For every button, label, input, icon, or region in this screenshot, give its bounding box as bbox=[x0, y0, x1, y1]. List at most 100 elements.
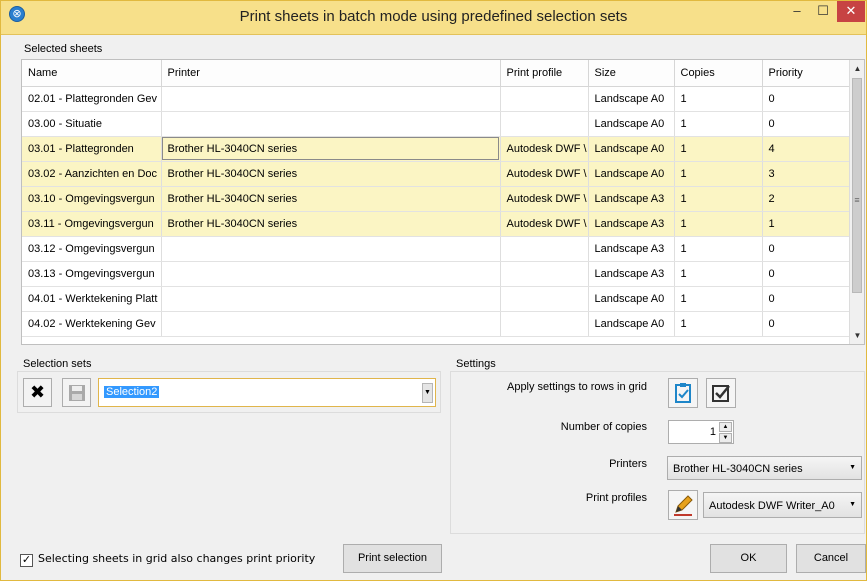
cell-printer[interactable] bbox=[161, 286, 501, 312]
ok-button[interactable]: OK bbox=[710, 544, 787, 573]
cell-priority[interactable]: 3 bbox=[762, 161, 851, 187]
cell-copies[interactable]: 1 bbox=[674, 161, 763, 187]
cell-printer[interactable] bbox=[161, 261, 501, 287]
cell-print-profile[interactable] bbox=[500, 86, 589, 112]
cell-size[interactable]: Landscape A3 bbox=[588, 236, 675, 262]
cell-print-profile[interactable]: Autodesk DWF \ bbox=[500, 136, 589, 162]
cell-size[interactable]: Landscape A0 bbox=[588, 86, 675, 112]
cell-copies[interactable]: 1 bbox=[674, 186, 763, 212]
column-header-print-profile[interactable]: Print profile bbox=[500, 60, 589, 87]
cell-priority[interactable]: 1 bbox=[762, 211, 851, 237]
cell-size[interactable]: Landscape A0 bbox=[588, 111, 675, 137]
cell-name[interactable]: 03.00 - Situatie bbox=[22, 111, 162, 137]
cell-priority[interactable]: 0 bbox=[762, 86, 851, 112]
cell-priority[interactable]: 0 bbox=[762, 311, 851, 337]
cell-name[interactable]: 04.01 - Werktekening Platt bbox=[22, 286, 162, 312]
table-row[interactable]: 02.01 - Plattegronden Gev Landscape A0 1… bbox=[22, 86, 851, 112]
column-header-size[interactable]: Size bbox=[588, 60, 675, 87]
scroll-down-icon[interactable]: ▼ bbox=[850, 327, 864, 344]
cell-printer[interactable] bbox=[161, 311, 501, 337]
cell-priority[interactable]: 0 bbox=[762, 261, 851, 287]
table-row[interactable]: 04.01 - Werktekening Platt Landscape A0 … bbox=[22, 286, 851, 312]
table-row-selected[interactable]: 03.01 - Plattegronden Brother HL-3040CN … bbox=[22, 136, 851, 162]
cell-size[interactable]: Landscape A3 bbox=[588, 261, 675, 287]
cell-printer-editing[interactable]: Brother HL-3040CN series bbox=[161, 136, 501, 162]
cell-priority[interactable]: 0 bbox=[762, 286, 851, 312]
cell-priority[interactable]: 4 bbox=[762, 136, 851, 162]
scroll-up-icon[interactable]: ▲ bbox=[850, 60, 864, 77]
table-row[interactable]: 03.00 - Situatie Landscape A0 1 0 bbox=[22, 111, 851, 137]
column-header-name[interactable]: Name bbox=[22, 60, 162, 87]
cell-printer[interactable] bbox=[161, 86, 501, 112]
cell-printer[interactable] bbox=[161, 236, 501, 262]
cell-copies[interactable]: 1 bbox=[674, 311, 763, 337]
apply-paste-button[interactable] bbox=[668, 378, 698, 408]
cell-print-profile[interactable] bbox=[500, 286, 589, 312]
cell-print-profile[interactable]: Autodesk DWF \ bbox=[500, 161, 589, 187]
maximize-button[interactable]: ☐ bbox=[810, 1, 836, 22]
cell-size[interactable]: Landscape A3 bbox=[588, 211, 675, 237]
table-row-selected[interactable]: 03.02 - Aanzichten en Doc Brother HL-304… bbox=[22, 161, 851, 187]
cell-copies[interactable]: 1 bbox=[674, 211, 763, 237]
cell-print-profile[interactable] bbox=[500, 111, 589, 137]
cell-name[interactable]: 03.10 - Omgevingsvergun bbox=[22, 186, 162, 212]
cell-priority[interactable]: 0 bbox=[762, 236, 851, 262]
title-bar[interactable]: ⊗ Print sheets in batch mode using prede… bbox=[1, 1, 866, 35]
cell-name[interactable]: 03.02 - Aanzichten en Doc bbox=[22, 161, 162, 187]
cell-copies[interactable]: 1 bbox=[674, 261, 763, 287]
cell-copies[interactable]: 1 bbox=[674, 111, 763, 137]
cell-name[interactable]: 04.02 - Werktekening Gev bbox=[22, 311, 162, 337]
scrollbar-thumb[interactable] bbox=[852, 78, 862, 293]
cell-size[interactable]: Landscape A3 bbox=[588, 186, 675, 212]
print-selection-button[interactable]: Print selection bbox=[343, 544, 442, 573]
column-header-priority[interactable]: Priority bbox=[762, 60, 851, 87]
save-selection-button[interactable] bbox=[62, 378, 91, 407]
printers-dropdown[interactable]: Brother HL-3040CN series ▼ bbox=[667, 456, 862, 480]
edit-profile-button[interactable] bbox=[668, 490, 698, 520]
cell-printer[interactable]: Brother HL-3040CN series bbox=[161, 211, 501, 237]
cell-print-profile[interactable]: Autodesk DWF \ bbox=[500, 211, 589, 237]
cell-copies[interactable]: 1 bbox=[674, 236, 763, 262]
cell-copies[interactable]: 1 bbox=[674, 86, 763, 112]
cell-printer[interactable]: Brother HL-3040CN series bbox=[161, 161, 501, 187]
cell-name[interactable]: 03.01 - Plattegronden bbox=[22, 136, 162, 162]
delete-selection-button[interactable]: ✖ bbox=[23, 378, 52, 407]
cell-name[interactable]: 02.01 - Plattegronden Gev bbox=[22, 86, 162, 112]
cancel-button[interactable]: Cancel bbox=[796, 544, 866, 573]
column-header-copies[interactable]: Copies bbox=[674, 60, 763, 87]
sheets-grid[interactable]: Name Printer Print profile Size Copies P… bbox=[21, 59, 865, 345]
spin-down-icon[interactable]: ▼ bbox=[719, 433, 732, 443]
cell-print-profile[interactable] bbox=[500, 261, 589, 287]
cell-priority[interactable]: 2 bbox=[762, 186, 851, 212]
table-row[interactable]: 03.12 - Omgevingsvergun Landscape A3 1 0 bbox=[22, 236, 851, 262]
cell-printer[interactable] bbox=[161, 111, 501, 137]
spin-up-icon[interactable]: ▲ bbox=[719, 422, 732, 432]
table-row[interactable]: 03.13 - Omgevingsvergun Landscape A3 1 0 bbox=[22, 261, 851, 287]
copies-spinner[interactable]: 1 ▲ ▼ bbox=[668, 420, 734, 444]
grid-vertical-scrollbar[interactable]: ▲ ≡ ▼ bbox=[849, 60, 864, 344]
priority-checkbox-label[interactable]: Selecting sheets in grid also changes pr… bbox=[38, 552, 315, 565]
chevron-down-icon[interactable]: ▼ bbox=[422, 383, 433, 403]
cell-print-profile[interactable]: Autodesk DWF \ bbox=[500, 186, 589, 212]
priority-checkbox[interactable]: ✓ bbox=[20, 554, 33, 567]
table-row[interactable]: 04.02 - Werktekening Gev Landscape A0 1 … bbox=[22, 311, 851, 337]
cell-print-profile[interactable] bbox=[500, 236, 589, 262]
minimize-button[interactable]: – bbox=[784, 1, 810, 22]
cell-size[interactable]: Landscape A0 bbox=[588, 311, 675, 337]
cell-copies[interactable]: 1 bbox=[674, 136, 763, 162]
cell-size[interactable]: Landscape A0 bbox=[588, 286, 675, 312]
print-profiles-dropdown[interactable]: Autodesk DWF Writer_A0 ▼ bbox=[703, 492, 862, 518]
close-button[interactable]: ✕ bbox=[837, 1, 865, 22]
cell-size[interactable]: Landscape A0 bbox=[588, 161, 675, 187]
cell-name[interactable]: 03.12 - Omgevingsvergun bbox=[22, 236, 162, 262]
table-row-selected[interactable]: 03.10 - Omgevingsvergun Brother HL-3040C… bbox=[22, 186, 851, 212]
cell-printer[interactable]: Brother HL-3040CN series bbox=[161, 186, 501, 212]
column-header-printer[interactable]: Printer bbox=[161, 60, 501, 87]
cell-name[interactable]: 03.13 - Omgevingsvergun bbox=[22, 261, 162, 287]
apply-checked-button[interactable] bbox=[706, 378, 736, 408]
cell-copies[interactable]: 1 bbox=[674, 286, 763, 312]
cell-name[interactable]: 03.11 - Omgevingsvergun bbox=[22, 211, 162, 237]
selection-set-combo[interactable]: Selection2 ▼ bbox=[98, 378, 436, 407]
cell-size[interactable]: Landscape A0 bbox=[588, 136, 675, 162]
table-row-selected[interactable]: 03.11 - Omgevingsvergun Brother HL-3040C… bbox=[22, 211, 851, 237]
